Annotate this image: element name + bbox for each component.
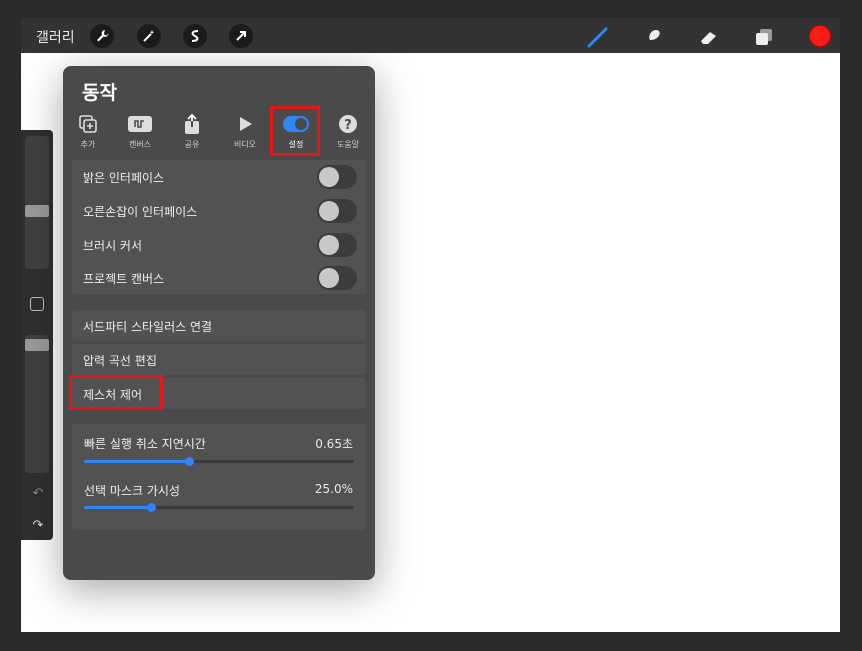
link-row-pressure-curve[interactable]: 압력 곡선 편집: [72, 344, 366, 375]
brush-size-knob[interactable]: [25, 205, 49, 217]
transform-arrow-icon[interactable]: [229, 24, 253, 48]
tab-label: 비디오: [233, 140, 257, 149]
tab-label: 공유: [184, 140, 200, 149]
opacity-slider[interactable]: [25, 335, 49, 473]
right-hand-interface-switch[interactable]: [317, 199, 357, 223]
slider-label: 빠른 실행 취소 지연시간: [84, 437, 206, 451]
svg-text:?: ?: [344, 118, 352, 133]
toggle-label: 브러시 커서: [83, 239, 143, 253]
gallery-button[interactable]: 갤러리: [36, 27, 75, 47]
wrench-icon[interactable]: [90, 24, 114, 48]
project-canvas-switch[interactable]: [317, 266, 357, 290]
app-frame: 갤러리 ↶ ↷ 동작 추가 캔버스 공유 비디오 설정 ? 도움말 밝은 인터페…: [0, 0, 862, 651]
light-interface-switch[interactable]: [317, 165, 357, 189]
slider-value: 0.65초: [315, 437, 353, 451]
mask-visibility-slider[interactable]: [84, 503, 354, 512]
slider-fill: [84, 506, 152, 509]
popover-title: 동작: [82, 82, 117, 104]
toggle-row-light-interface[interactable]: 밝은 인터페이스: [72, 161, 366, 192]
toggle-label: 밝은 인터페이스: [83, 171, 165, 185]
slider-thumb[interactable]: [147, 503, 156, 512]
tab-help[interactable]: ? 도움말: [328, 112, 368, 150]
toggle-label: 프로젝트 캔버스: [83, 272, 165, 286]
share-icon: [172, 112, 212, 136]
eraser-icon[interactable]: [697, 25, 721, 49]
tab-video[interactable]: 비디오: [225, 112, 265, 150]
toggle-row-right-hand[interactable]: 오른손잡이 인터페이스: [72, 195, 366, 226]
canvas-icon: [120, 112, 160, 136]
slider-thumb[interactable]: [184, 457, 194, 466]
slider-label: 선택 마스크 가시성: [84, 484, 180, 498]
link-label: 서드파티 스타일러스 연결: [83, 320, 213, 334]
layers-icon[interactable]: [752, 25, 776, 49]
video-icon: [225, 112, 265, 136]
magic-wand-icon[interactable]: [137, 24, 161, 48]
toggle-row-brush-cursor[interactable]: 브러시 커서: [72, 229, 366, 260]
tab-label: 추가: [80, 140, 96, 149]
redo-icon[interactable]: ↷: [30, 519, 46, 533]
undo-icon[interactable]: ↶: [30, 487, 46, 501]
tab-canvas[interactable]: 캔버스: [120, 112, 160, 150]
tab-label: 캔버스: [128, 140, 152, 149]
modify-button[interactable]: [30, 297, 44, 311]
gesture-control-highlight: [69, 375, 163, 410]
toggle-label: 오른손잡이 인터페이스: [83, 205, 198, 219]
tab-label: 도움말: [336, 140, 360, 149]
brush-cursor-switch[interactable]: [317, 233, 357, 257]
slider-fill: [84, 460, 190, 463]
tab-add[interactable]: 추가: [68, 112, 108, 150]
add-icon: [68, 112, 108, 136]
settings-tab-highlight: [270, 106, 320, 156]
opacity-knob[interactable]: [25, 339, 49, 351]
brush-size-slider[interactable]: [25, 136, 49, 269]
undo-delay-slider[interactable]: [84, 457, 354, 466]
color-picker-button[interactable]: [809, 25, 831, 47]
help-icon: ?: [328, 112, 368, 136]
brush-icon[interactable]: [586, 25, 610, 49]
link-label: 압력 곡선 편집: [83, 354, 157, 368]
slider-value: 25.0%: [314, 482, 353, 496]
smudge-icon[interactable]: [641, 25, 665, 49]
link-row-stylus[interactable]: 서드파티 스타일러스 연결: [72, 310, 366, 341]
tab-share[interactable]: 공유: [172, 112, 212, 150]
selection-icon[interactable]: [183, 24, 207, 48]
toggle-row-project-canvas[interactable]: 프로젝트 캔버스: [72, 262, 366, 293]
